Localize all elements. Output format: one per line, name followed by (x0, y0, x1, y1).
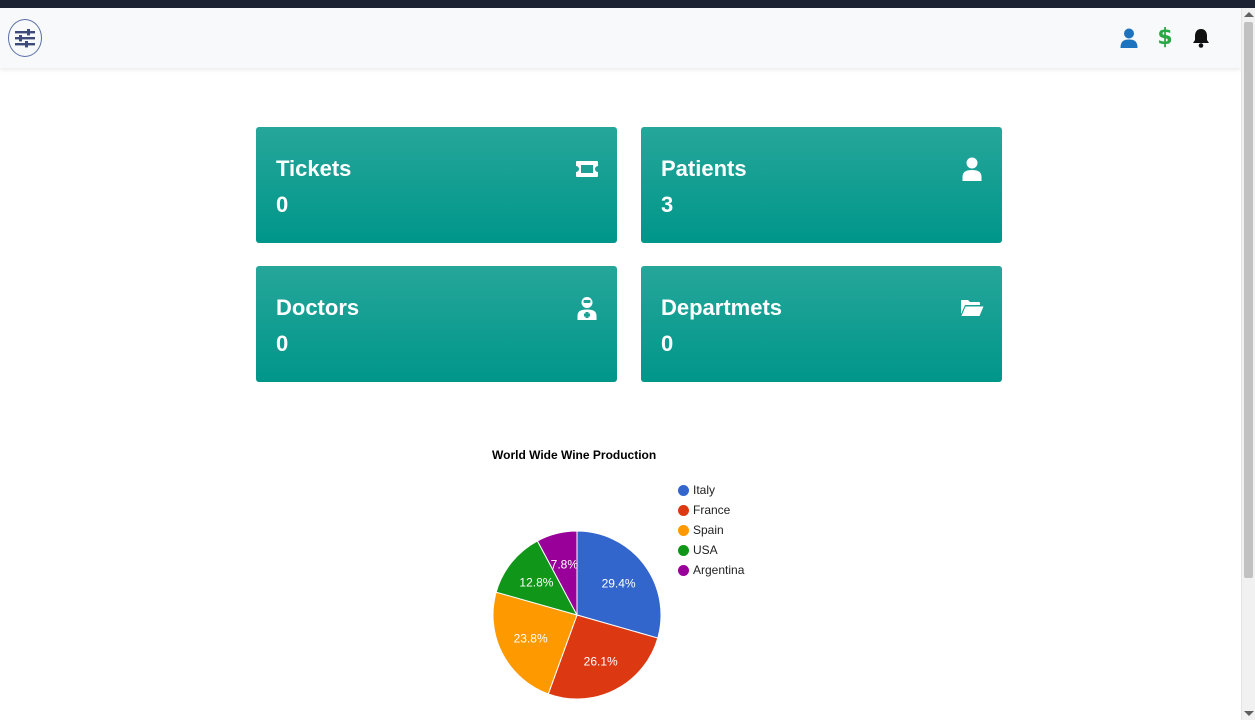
card-value: 0 (276, 331, 289, 356)
legend-item-usa[interactable]: USA (678, 540, 744, 560)
legend-label: Spain (693, 523, 724, 537)
card-value: 0 (276, 192, 289, 217)
legend-swatch (678, 504, 689, 516)
legend-item-france[interactable]: France (678, 500, 744, 520)
patients-card[interactable]: Patients 3 (641, 127, 1002, 243)
pie-chart: 29.4% 26.1% 23.8% 12.8% 7.8% (492, 530, 662, 700)
doctors-card[interactable]: Doctors 0 (256, 266, 617, 382)
legend-swatch (678, 544, 689, 556)
card-title: Tickets (276, 156, 352, 181)
scroll-down-arrow-icon[interactable] (1244, 711, 1254, 716)
folder-open-icon (960, 296, 984, 320)
legend-item-italy[interactable]: Italy (678, 480, 744, 500)
legend-label: Argentina (693, 563, 745, 577)
legend-swatch (678, 564, 689, 576)
navbar-actions: $ (1119, 26, 1211, 50)
legend-swatch (678, 484, 689, 496)
pie-slice-label: 26.1% (584, 654, 618, 668)
menu-toggle-button[interactable] (8, 19, 42, 57)
pie-slice-label: 7.8% (551, 557, 579, 571)
card-value: 3 (661, 192, 674, 217)
page-scrollbar[interactable] (1241, 8, 1255, 720)
dollar-icon[interactable]: $ (1155, 26, 1175, 50)
legend-label: Italy (693, 483, 716, 497)
departments-card[interactable]: Departmets 0 (641, 266, 1002, 382)
tickets-card[interactable]: Tickets 0 (256, 127, 617, 243)
ticket-icon (575, 157, 599, 181)
card-title: Patients (661, 156, 747, 181)
pie-slice-label: 29.4% (602, 577, 636, 591)
sliders-icon (15, 29, 35, 48)
scroll-thumb[interactable] (1244, 22, 1253, 578)
legend-label: USA (693, 543, 718, 557)
scroll-up-arrow-icon[interactable] (1244, 12, 1254, 17)
doctor-icon (575, 296, 599, 320)
wine-production-chart: World Wide Wine Production 29.4% 26.1% 23.… (440, 440, 800, 720)
legend-item-spain[interactable]: Spain (678, 520, 744, 540)
browser-tab-strip (0, 0, 1255, 8)
legend-label: France (693, 503, 731, 517)
card-value: 0 (661, 331, 674, 356)
chart-legend: Italy France Spain USA Argentina (678, 480, 744, 580)
card-title: Departmets (661, 295, 783, 320)
legend-item-argentina[interactable]: Argentina (678, 560, 744, 580)
legend-swatch (678, 524, 689, 536)
pie-slice-label: 12.8% (519, 575, 553, 589)
bell-icon[interactable] (1191, 26, 1211, 50)
top-navbar: $ (0, 8, 1241, 68)
user-icon[interactable] (1119, 26, 1139, 50)
dollar-glyph: $ (1157, 25, 1173, 50)
pie-slice-label: 23.8% (514, 632, 548, 646)
user-icon (960, 157, 984, 181)
card-title: Doctors (276, 295, 360, 320)
